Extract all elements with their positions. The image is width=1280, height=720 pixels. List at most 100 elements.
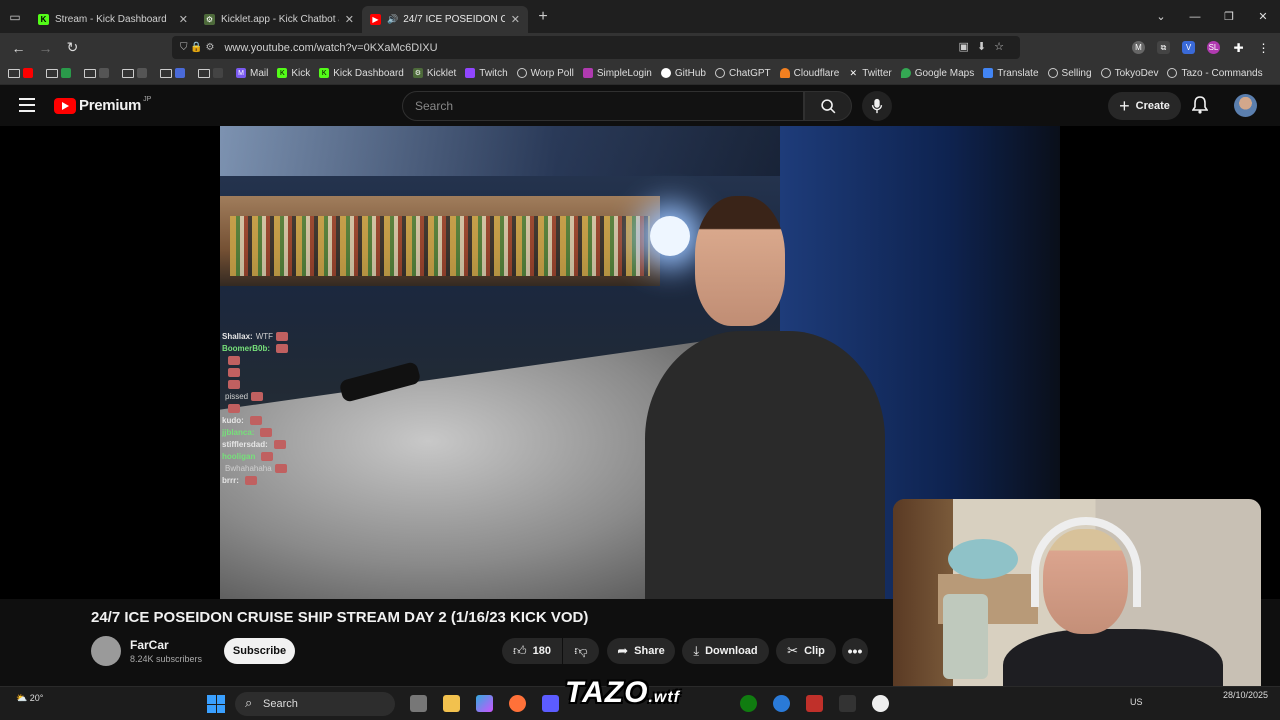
close-icon[interactable]: ✕ (511, 13, 520, 26)
bookmark-folder[interactable] (198, 68, 227, 78)
bookmark-worp-poll[interactable]: Worp Poll (516, 68, 574, 79)
bookmark-folder[interactable] (84, 68, 113, 78)
chat-message: pissed (225, 392, 249, 401)
webcam-person (1003, 509, 1223, 709)
site-info-icons[interactable]: ⛉ 🔒 ⚙ (180, 42, 214, 53)
copilot-icon[interactable] (476, 695, 493, 712)
globe-icon (1100, 68, 1111, 78)
reload-icon[interactable]: ↻ (59, 39, 86, 56)
bookmark-folder[interactable] (160, 68, 189, 78)
minimize-icon[interactable]: — (1178, 11, 1212, 23)
notifications-button[interactable] (1191, 96, 1209, 119)
system-clock[interactable]: 28/10/2025 (1223, 689, 1268, 702)
restore-icon[interactable]: ❐ (1212, 10, 1246, 23)
share-button[interactable]: ➦ Share (607, 638, 675, 664)
bookmark-folder[interactable] (8, 68, 37, 78)
app-blue-icon[interactable] (773, 695, 790, 712)
bookmark-google-maps[interactable]: Google Maps (900, 68, 974, 79)
bookmark-selling[interactable]: Selling (1047, 68, 1092, 79)
extension-m-icon[interactable]: M (1132, 41, 1145, 54)
map-pin-icon (900, 68, 911, 78)
audio-icon[interactable]: 🔊 (387, 14, 398, 25)
file-explorer-icon[interactable] (443, 695, 460, 712)
search-button[interactable] (804, 91, 852, 121)
tab-kicklet[interactable]: ⚙ Kicklet.app - Kick Chatbot and I ✕ (196, 6, 362, 33)
chatgpt-icon (714, 68, 725, 78)
create-button[interactable]: + Create (1108, 92, 1181, 120)
emote-icon (260, 428, 273, 438)
download-button[interactable]: ⤓ Download (682, 638, 769, 664)
tab-overflow-chevron-icon[interactable]: ⌄ (1144, 10, 1178, 23)
channel-avatar[interactable] (91, 636, 121, 666)
tab-youtube-video[interactable]: ▶ 🔊 24/7 ICE POSEIDON CRUISE ✕ (362, 5, 528, 33)
close-icon[interactable]: ✕ (179, 13, 188, 26)
address-bar-actions[interactable]: ▣⬇☆ (959, 40, 1012, 53)
bookmark-twitter[interactable]: ✕ Twitter (848, 68, 891, 79)
obs-icon[interactable] (872, 695, 889, 712)
sheet-icon (61, 68, 71, 78)
cloudflare-icon (779, 68, 790, 78)
logo-region: JP (143, 96, 152, 103)
bookmark-kick[interactable]: K Kick (277, 68, 310, 79)
chat-line: BoomerB0b: (222, 343, 289, 355)
youtube-play-icon (54, 97, 76, 114)
bookmark-mail[interactable]: M Mail (236, 68, 268, 79)
bookmark-tokyodev[interactable]: TokyoDev (1100, 68, 1158, 79)
clip-button[interactable]: ✂ Clip (776, 638, 836, 664)
tab-kick-dashboard[interactable]: K Stream - Kick Dashboard ✕ (30, 6, 196, 33)
youtube-icon (23, 68, 33, 78)
bookmark-folder[interactable] (122, 68, 151, 78)
app-red-icon[interactable] (806, 695, 823, 712)
search-input[interactable]: Search (402, 91, 804, 121)
taskbar-search[interactable]: Search (235, 692, 395, 716)
shield-extension-icon[interactable]: V (1182, 41, 1195, 54)
video-scene-bottles (230, 216, 650, 276)
extensions-icon[interactable]: ✚ (1232, 41, 1245, 55)
new-tab-button[interactable]: + (528, 8, 558, 26)
forward-icon[interactable]: → (32, 40, 59, 56)
chat-line: Shallax: WTF (222, 331, 289, 343)
chat-username: jjblanca: (222, 428, 255, 437)
close-window-icon[interactable]: ✕ (1246, 10, 1280, 23)
bookmark-kicklet[interactable]: ⚙ Kicklet (412, 68, 456, 79)
menu-icon[interactable]: ⋮ (1257, 41, 1270, 55)
like-count: 180 (532, 645, 551, 657)
folder-icon (84, 68, 96, 78)
more-actions-button[interactable]: ••• (842, 638, 868, 664)
puzzle-extension-icon[interactable]: ⧉ (1157, 41, 1170, 54)
avatar[interactable] (1234, 94, 1257, 117)
subscribe-button[interactable]: Subscribe (224, 638, 295, 664)
windows-start-icon[interactable] (207, 695, 225, 713)
firefox-icon[interactable] (509, 695, 526, 712)
epic-games-icon[interactable] (839, 695, 856, 712)
tab-title: 24/7 ICE POSEIDON CRUISE (403, 13, 505, 25)
dislike-button[interactable]: 👎︎ (563, 638, 599, 664)
address-bar[interactable]: ⛉ 🔒 ⚙ www.youtube.com/watch?v=0KXaMc6DIX… (172, 36, 1020, 59)
chat-line: pissed (222, 391, 288, 403)
bookmark-tazo-commands[interactable]: Tazo - Commands (1167, 68, 1263, 79)
bookmark-folder[interactable] (46, 68, 75, 78)
xbox-icon[interactable] (740, 695, 757, 712)
bookmark-twitch[interactable]: Twitch (465, 68, 508, 79)
close-icon[interactable]: ✕ (345, 13, 354, 26)
bookmark-github[interactable]: GitHub (660, 68, 706, 79)
store-icon[interactable] (542, 695, 559, 712)
hamburger-menu-icon[interactable] (19, 98, 35, 112)
weather-widget[interactable]: ⛅ 20° (16, 693, 43, 704)
channel-name[interactable]: FarCar (130, 638, 169, 652)
bookmark-cloudflare[interactable]: Cloudflare (779, 68, 839, 79)
simplelogin-extension-icon[interactable]: SL (1207, 41, 1220, 54)
youtube-premium-logo[interactable]: Premium JP (54, 96, 152, 114)
like-button[interactable]: 👍︎ 180 (502, 638, 562, 664)
bookmark-kick-dashboard[interactable]: K Kick Dashboard (319, 68, 404, 79)
task-view-icon[interactable] (410, 695, 427, 712)
bookmark-chatgpt[interactable]: ChatGPT (714, 68, 771, 79)
voice-search-button[interactable] (862, 91, 892, 121)
back-icon[interactable]: ← (5, 40, 32, 56)
scissors-icon: ✂ (787, 643, 799, 658)
input-language[interactable]: US (1130, 697, 1143, 707)
bookmark-simplelogin[interactable]: SimpleLogin (582, 68, 652, 79)
bookmark-translate[interactable]: Translate (983, 68, 1039, 79)
microphone-icon (871, 98, 883, 114)
tab-list-icon[interactable]: ▭ (0, 0, 30, 33)
